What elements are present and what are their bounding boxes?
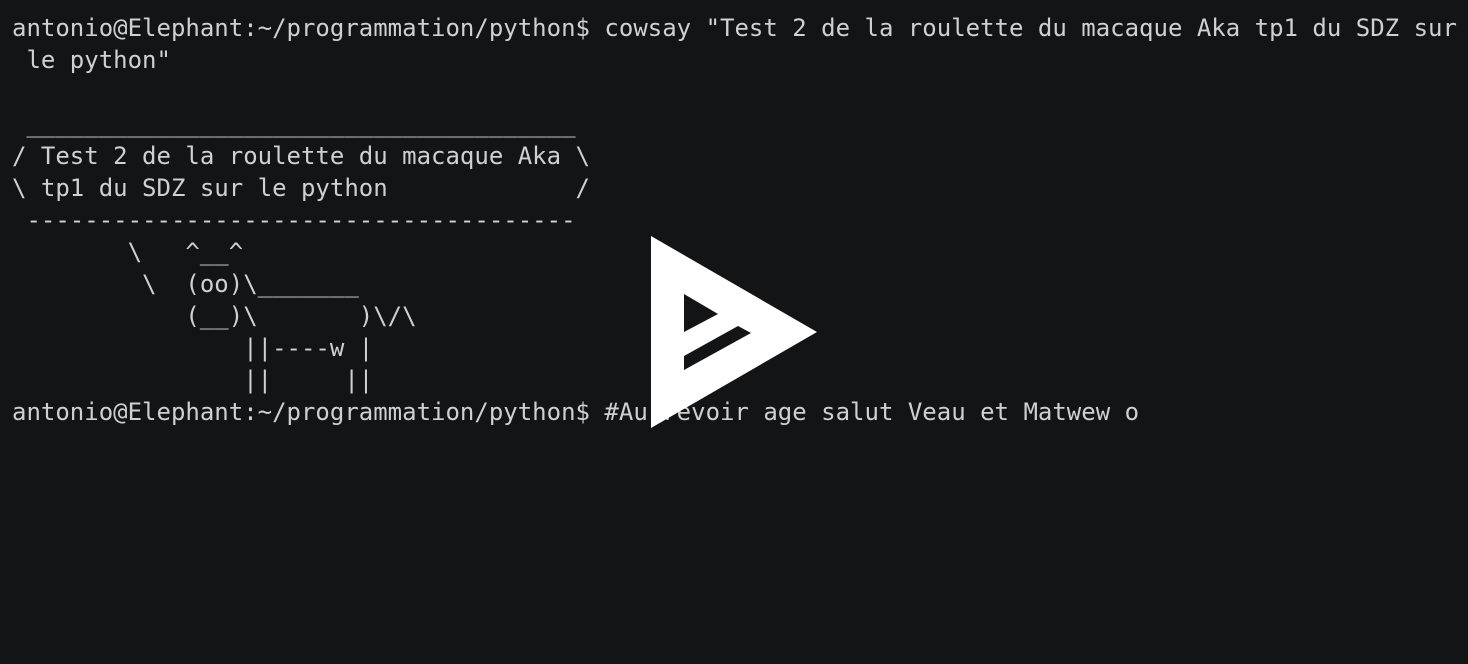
asciinema-play-icon xyxy=(651,236,817,428)
cowsay-bubble-line-2: \ tp1 du SDZ sur le python / xyxy=(12,174,590,202)
terminal-line-command: antonio@Elephant:~/programmation/python$… xyxy=(12,14,1457,42)
play-button[interactable] xyxy=(648,234,820,430)
cowsay-bubble-bottom: -------------------------------------- xyxy=(12,206,576,234)
terminal-line-command-wrap: le python" xyxy=(12,46,171,74)
terminal-window: antonio@Elephant:~/programmation/python$… xyxy=(0,0,1468,664)
cowsay-bubble-top: ______________________________________ xyxy=(12,110,576,138)
cowsay-bubble-line-1: / Test 2 de la roulette du macaque Aka \ xyxy=(12,142,590,170)
